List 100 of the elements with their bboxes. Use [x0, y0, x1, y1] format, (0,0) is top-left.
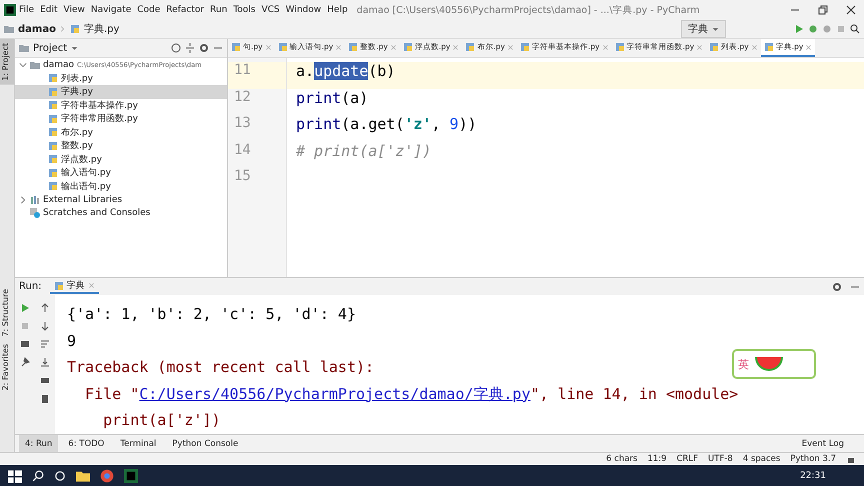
menu-item[interactable]: Run	[207, 5, 230, 15]
code-line: print(a)	[295, 88, 370, 108]
tree-item[interactable]: 输出语句.py	[15, 180, 227, 193]
settings-icon[interactable]	[832, 282, 842, 292]
menu-item[interactable]: Refactor	[163, 5, 208, 15]
search-icon[interactable]	[32, 470, 44, 482]
menu-item[interactable]: VCS	[258, 5, 283, 15]
python-file-icon	[54, 280, 64, 290]
python-file-icon	[48, 140, 58, 151]
tree-item[interactable]: 字典.py	[15, 85, 227, 98]
python-file-icon	[764, 42, 774, 52]
tree-item-label: 布尔.py	[61, 126, 93, 139]
line-number: 14	[233, 142, 252, 160]
menu-item[interactable]: Window	[282, 5, 324, 15]
search-icon[interactable]	[850, 24, 860, 34]
tool-window-tab[interactable]: 7: Structure	[0, 284, 14, 340]
collapse-icon[interactable]	[185, 43, 195, 53]
watermelon-icon	[753, 355, 785, 373]
tree-item[interactable]: External Libraries	[15, 193, 227, 206]
menu-item[interactable]: File	[16, 5, 38, 15]
scratches-icon	[30, 208, 40, 218]
menu-item[interactable]: Help	[324, 5, 351, 15]
python-file-icon	[348, 42, 358, 52]
run-config-dropdown[interactable]: 字典	[681, 20, 726, 38]
restore-icon[interactable]	[818, 5, 828, 15]
python-file-icon	[614, 42, 625, 52]
run-label: Run:	[19, 281, 42, 292]
tool-tab[interactable]: 4: Run	[19, 435, 58, 452]
tree-item[interactable]: 列表.py	[15, 72, 227, 85]
menu-item[interactable]: Tools	[230, 5, 258, 15]
python-file-icon	[70, 24, 80, 34]
tree-item-label: 整数.py	[61, 140, 93, 152]
breadcrumb[interactable]: damao	[18, 24, 56, 34]
python-file-icon	[48, 168, 58, 178]
console-line: Traceback (most recent call last):	[67, 358, 374, 378]
event-log-button[interactable]: Event Log	[802, 438, 844, 448]
library-icon	[30, 194, 40, 205]
tool-tab[interactable]: Python Console	[166, 435, 244, 452]
python-file-icon	[48, 73, 58, 84]
menu-item[interactable]: Code	[134, 5, 164, 15]
arrow-up-icon[interactable]	[40, 303, 50, 313]
tool-window-tab[interactable]: 2: Favorites	[0, 340, 14, 395]
windows-logo-icon[interactable]	[8, 468, 22, 482]
tree-item-label: Scratches and Consoles	[43, 208, 150, 218]
line-number: 15	[233, 168, 252, 186]
code-line: print(a.get('z', 9))	[295, 115, 478, 135]
arrow-down-icon[interactable]	[40, 321, 50, 331]
tree-item-label: 输入语句.py	[61, 166, 111, 180]
close-icon[interactable]	[846, 5, 856, 15]
app-logo-icon	[4, 4, 16, 16]
run-icon[interactable]	[794, 24, 804, 34]
panel-title[interactable]: Project	[33, 42, 68, 54]
ime-widget[interactable]: 英	[732, 349, 816, 379]
console-line: 9	[67, 332, 76, 352]
menu-item[interactable]: Edit	[37, 5, 60, 15]
line-number: 13	[233, 115, 252, 133]
code-line: # print(a['z'])	[295, 142, 432, 162]
status-item[interactable]: 6 chars	[606, 454, 638, 464]
tree-item-label: 字符串常用函数.py	[61, 112, 138, 126]
line-number: 11	[228, 62, 286, 88]
python-file-icon	[278, 42, 288, 52]
tree-item-label: 输出语句.py	[61, 180, 111, 193]
status-item[interactable]: 4 spaces	[742, 454, 780, 464]
clock[interactable]: 22:31	[800, 470, 826, 480]
python-file-icon	[48, 154, 58, 164]
status-item[interactable]: CRLF	[676, 454, 698, 464]
caret-icon	[71, 44, 78, 52]
target-icon[interactable]	[171, 43, 181, 53]
tree-item-label: 字典.py	[61, 86, 93, 98]
tree-item-label: damao	[43, 60, 74, 70]
status-item[interactable]: UTF-8	[708, 454, 733, 464]
menu-item[interactable]: View	[60, 5, 88, 15]
tool-window-tab[interactable]: 1: Project	[0, 39, 14, 85]
console-line: {'a': 1, 'b': 2, 'c': 5, 'd': 4}	[67, 305, 356, 325]
tree-item[interactable]: 输入语句.py	[15, 166, 227, 180]
line-number: 12	[233, 88, 252, 106]
status-item[interactable]: Python 3.7	[790, 454, 836, 464]
scroll-end-icon[interactable]	[40, 357, 50, 367]
settings-icon[interactable]	[199, 43, 209, 53]
tool-tab[interactable]: 6: TODO	[62, 435, 110, 452]
file-link[interactable]: C:/Users/40556/PycharmProjects/damao/字典.py	[139, 384, 530, 402]
app-logo-icon[interactable]	[124, 468, 138, 482]
circle-icon[interactable]	[54, 470, 66, 482]
soft-wrap-icon[interactable]	[40, 339, 50, 349]
console-line: File "C:/Users/40556/PycharmProjects/damao/字典.py", line 14, in <module>	[84, 384, 738, 404]
status-item[interactable]: 11:9	[647, 454, 667, 464]
caret-icon	[712, 26, 719, 32]
tree-item[interactable]: 浮点数.py	[15, 152, 227, 166]
tree-item[interactable]: 字符串基本操作.py	[15, 98, 227, 112]
tree-item[interactable]: 整数.py	[15, 139, 227, 152]
menu-item[interactable]: Navigate	[88, 5, 134, 15]
tree-item[interactable]: 布尔.py	[15, 126, 227, 139]
tree-item-label: 列表.py	[61, 72, 93, 85]
tree-item[interactable]: 字符串常用函数.py	[15, 112, 227, 126]
tree-item[interactable]: Scratches and Consoles	[15, 206, 227, 220]
python-file-icon	[48, 86, 58, 97]
tool-tab[interactable]: Terminal	[114, 435, 162, 452]
python-file-icon	[709, 42, 720, 52]
breadcrumb[interactable]: 字典.py	[84, 22, 120, 36]
run-icon[interactable]	[20, 303, 30, 313]
